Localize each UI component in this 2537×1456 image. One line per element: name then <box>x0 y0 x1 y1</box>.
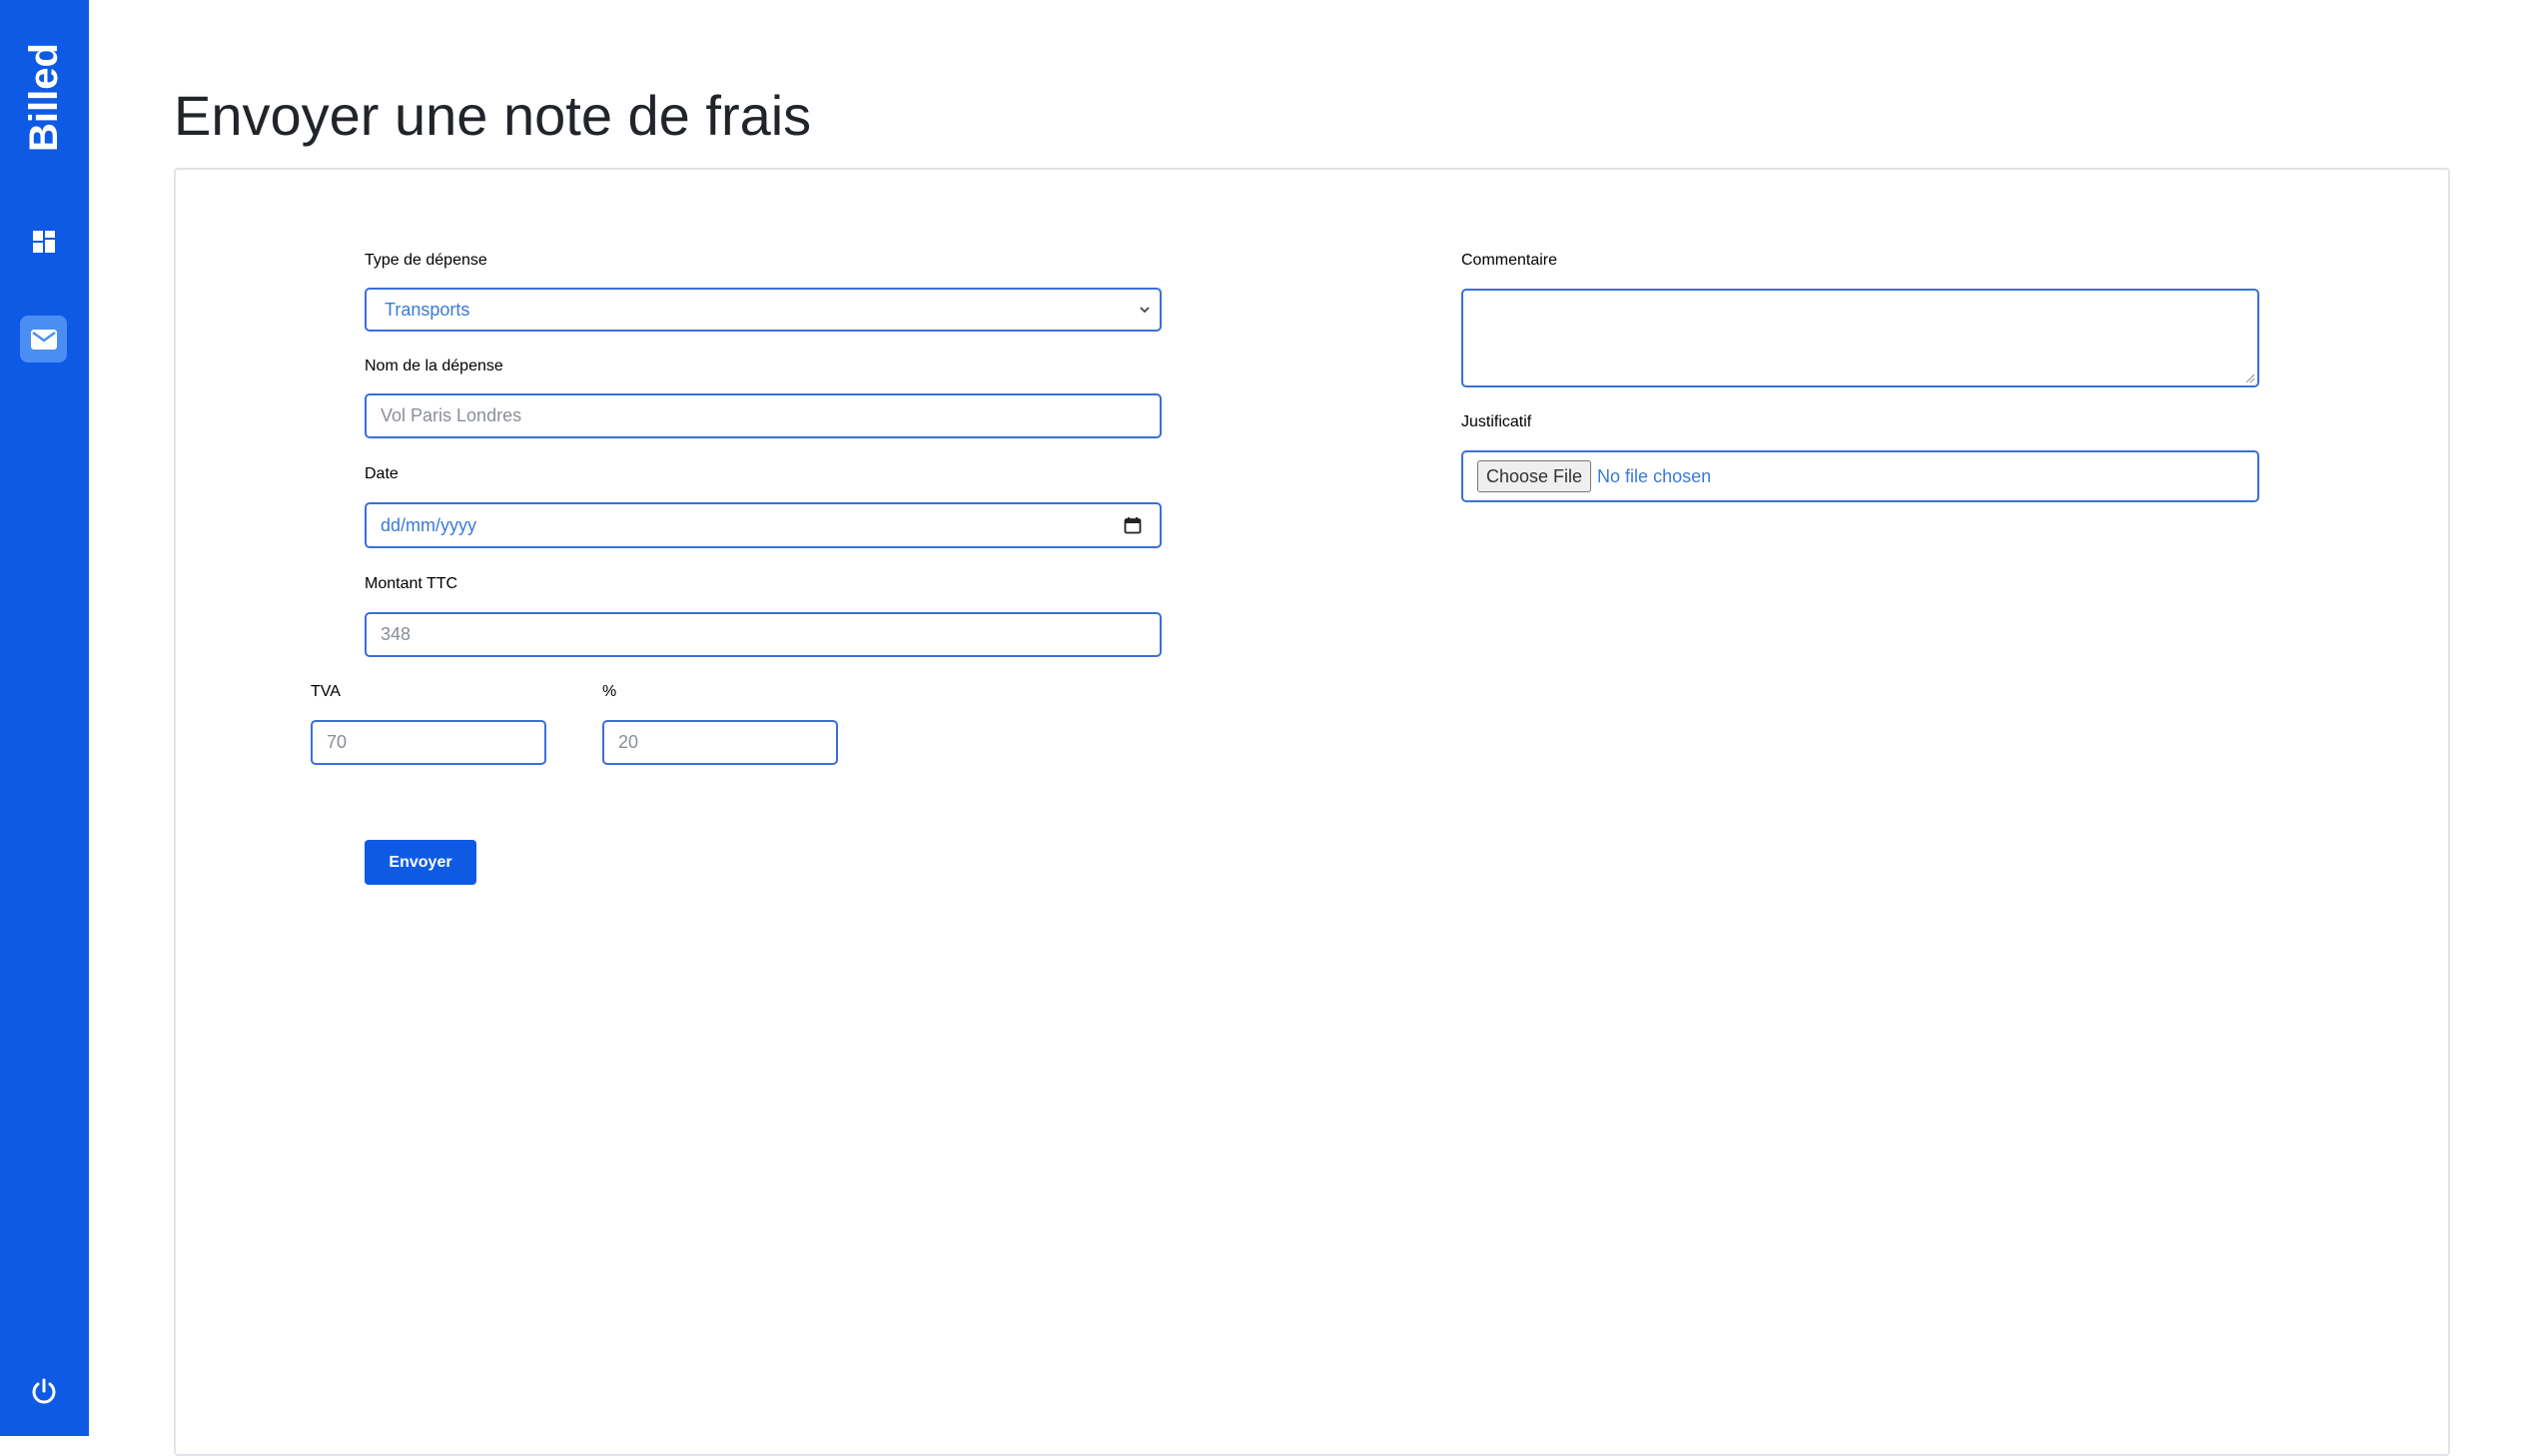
expense-type-label: Type de dépense <box>365 252 487 269</box>
power-icon <box>32 1378 55 1403</box>
vat-label: TVA <box>311 683 341 700</box>
amount-input[interactable]: 348 <box>365 612 1162 657</box>
nav-new-bill-button[interactable] <box>20 316 67 363</box>
comment-textarea[interactable] <box>1461 289 2259 387</box>
expense-type-value: Transports <box>385 299 470 320</box>
expense-name-input[interactable]: Vol Paris Londres <box>365 393 1162 438</box>
file-input[interactable]: Choose File No file chosen <box>1461 450 2259 502</box>
nav-bills-button[interactable] <box>20 218 67 265</box>
vat-input[interactable]: 70 <box>311 720 546 765</box>
page-title: Envoyer une note de frais <box>174 84 812 147</box>
pct-input[interactable]: 20 <box>602 720 838 765</box>
amount-label: Montant TTC <box>365 575 458 592</box>
submit-button[interactable]: Envoyer <box>365 840 476 885</box>
calendar-icon[interactable] <box>1124 516 1142 534</box>
file-label: Justificatif <box>1461 413 1532 430</box>
pct-placeholder: 20 <box>618 732 639 752</box>
mail-icon <box>30 329 57 350</box>
comment-label: Commentaire <box>1461 252 1558 269</box>
expense-name-placeholder: Vol Paris Londres <box>381 405 522 425</box>
vat-placeholder: 70 <box>327 732 348 752</box>
sidebar: Billed <box>0 0 89 1436</box>
logout-button[interactable] <box>20 1368 67 1415</box>
window-icon <box>32 230 55 253</box>
date-input[interactable]: dd/mm/yyyy <box>365 502 1162 548</box>
date-label: Date <box>365 465 399 482</box>
expense-type-select[interactable]: Transports <box>365 288 1162 332</box>
expense-name-label: Nom de la dépense <box>365 358 503 374</box>
choose-file-button[interactable]: Choose File <box>1477 460 1592 492</box>
date-placeholder: dd/mm/yyyy <box>381 514 477 535</box>
resize-grip-icon[interactable] <box>2243 371 2255 383</box>
chevron-down-icon <box>1140 307 1150 314</box>
brand-logo: Billed <box>22 43 66 152</box>
amount-placeholder: 348 <box>381 624 412 644</box>
pct-label: % <box>602 683 617 700</box>
file-status: No file chosen <box>1597 465 1712 486</box>
